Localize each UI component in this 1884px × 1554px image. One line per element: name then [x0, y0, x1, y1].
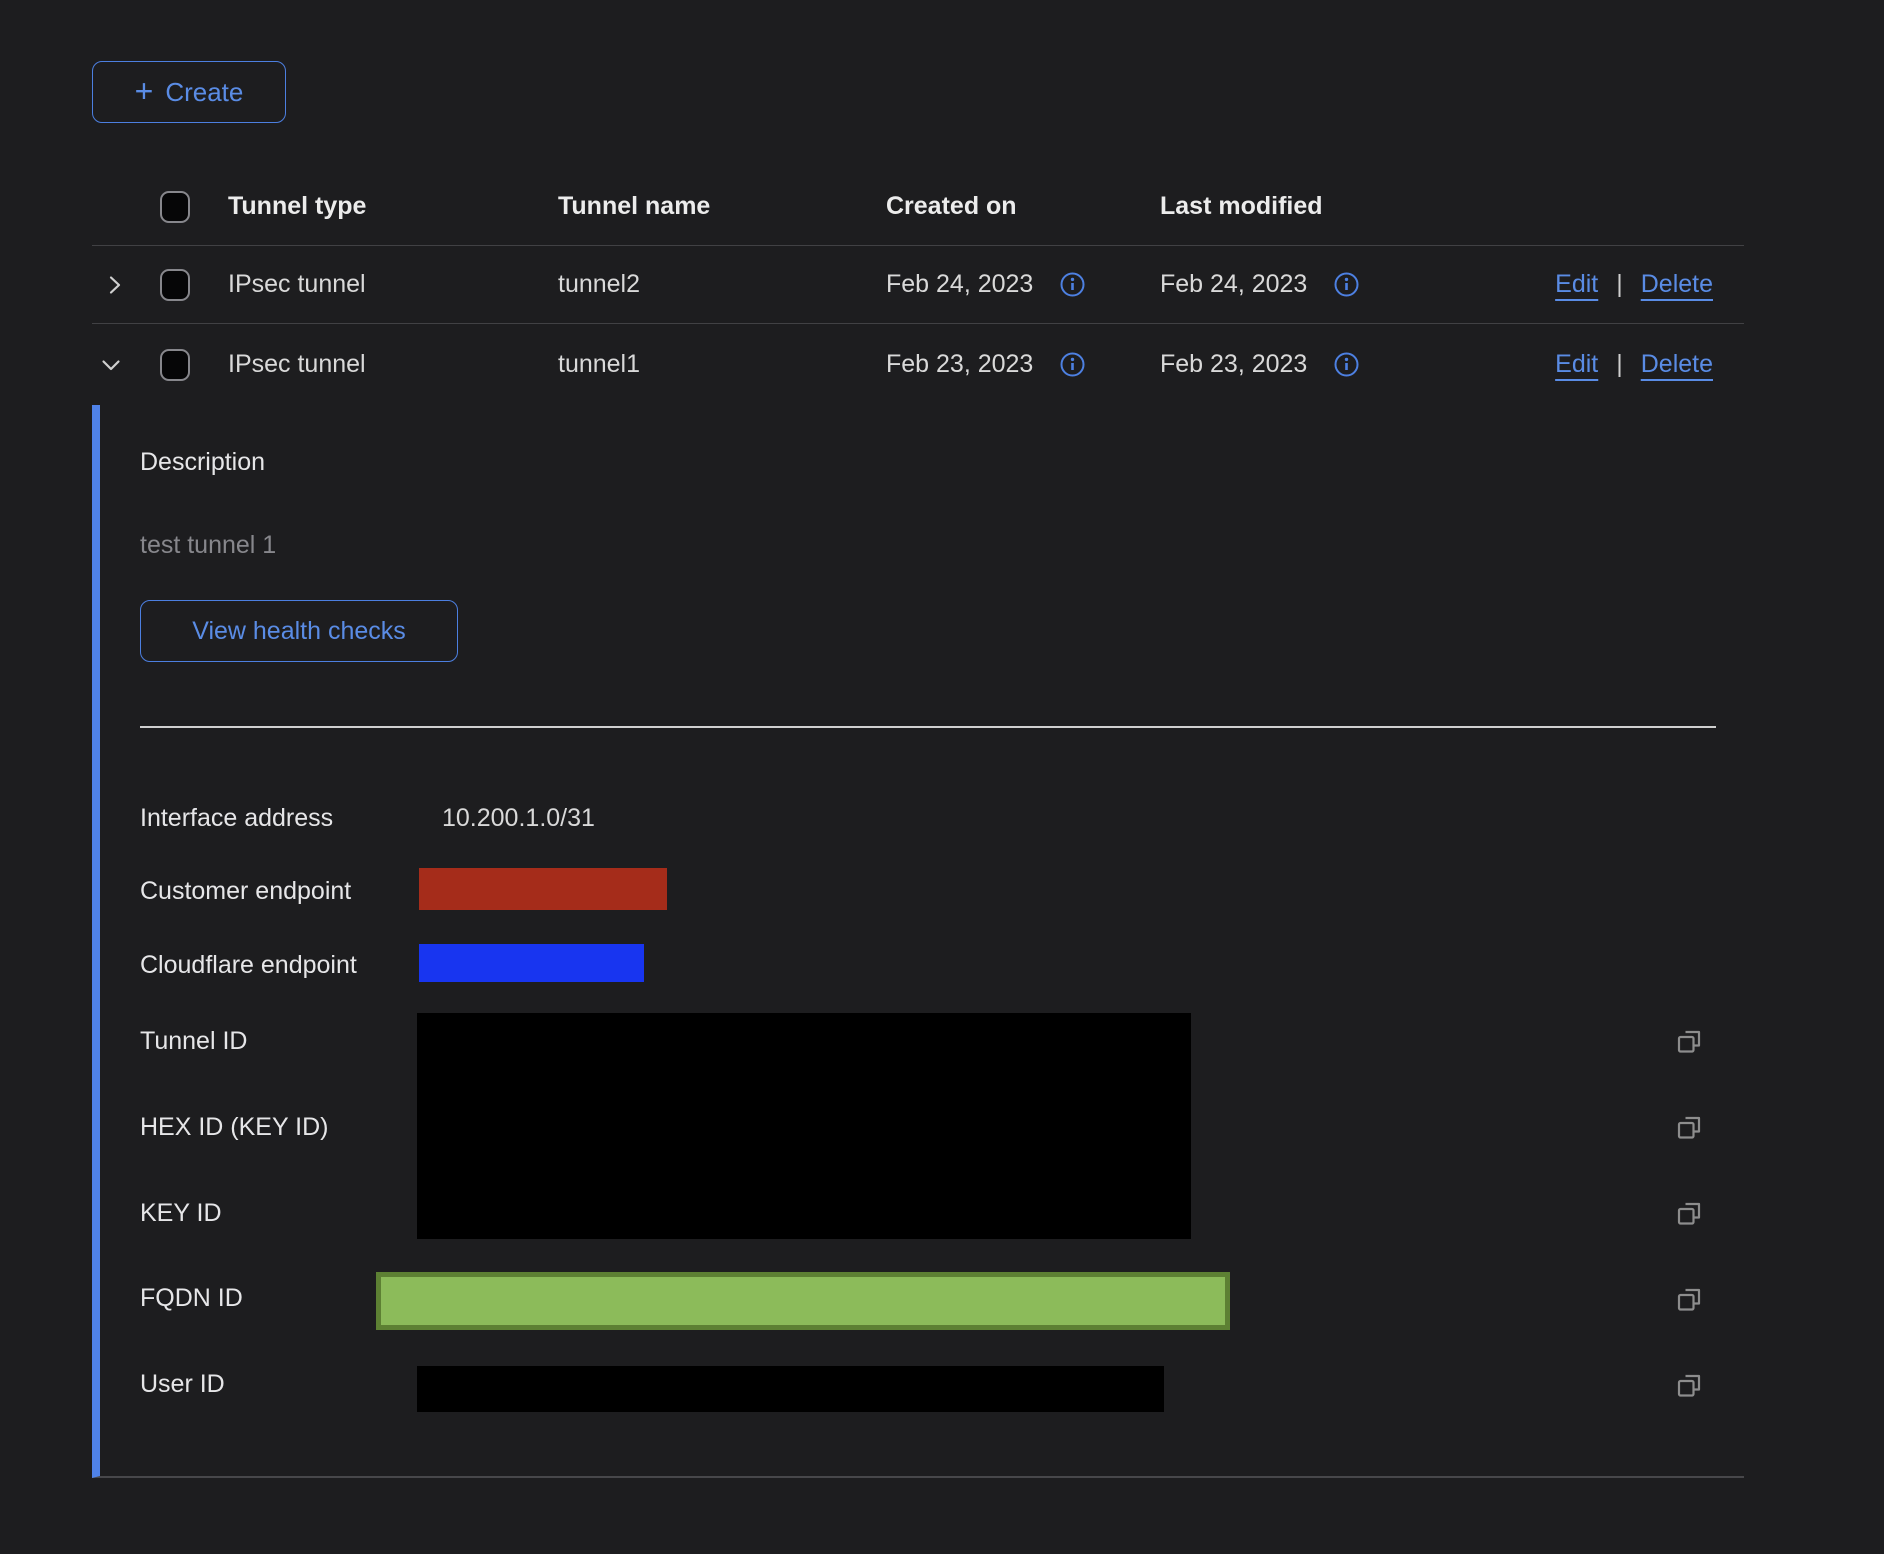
tunnel-name-cell: tunnel1 [558, 324, 640, 405]
copy-key-id-button[interactable] [1674, 1198, 1704, 1228]
description-label: Description [140, 447, 265, 477]
header-last-modified: Last modified [1160, 168, 1323, 245]
edit-link[interactable]: Edit [1555, 270, 1598, 299]
ids-redacted-value [417, 1013, 1191, 1239]
copy-icon [1674, 1026, 1704, 1056]
copy-icon [1674, 1198, 1704, 1228]
header-tunnel-name: Tunnel name [558, 168, 710, 245]
expand-row-button[interactable] [102, 272, 128, 298]
hex-id-label: HEX ID (KEY ID) [140, 1112, 328, 1142]
last-modified-cell: Feb 23, 2023 [1160, 350, 1307, 379]
chevron-right-icon [102, 272, 128, 298]
table-header-row: Tunnel type Tunnel name Created on Last … [92, 168, 1744, 246]
interface-address-value: 10.200.1.0/31 [442, 803, 595, 833]
tunnel-detail-panel: Description test tunnel 1 View health ch… [92, 405, 1744, 1478]
row-checkbox[interactable] [160, 269, 190, 301]
user-id-redacted-value [417, 1366, 1164, 1412]
delete-link[interactable]: Delete [1641, 350, 1713, 379]
key-id-label: KEY ID [140, 1198, 222, 1228]
info-circle-icon[interactable] [1059, 271, 1086, 298]
collapse-row-button[interactable] [98, 352, 124, 378]
last-modified-cell: Feb 24, 2023 [1160, 270, 1307, 299]
interface-address-label: Interface address [140, 803, 333, 833]
plus-icon: + [135, 75, 154, 107]
cloudflare-endpoint-redacted-value [419, 944, 644, 982]
header-created-on: Created on [886, 168, 1017, 245]
header-tunnel-type: Tunnel type [228, 168, 366, 245]
customer-endpoint-redacted-value [419, 868, 667, 910]
tunnel-name-cell: tunnel2 [558, 246, 640, 323]
table-row: IPsec tunnel tunnel1 Feb 23, 2023 Feb 23… [92, 324, 1744, 405]
section-divider [140, 726, 1716, 728]
customer-endpoint-label: Customer endpoint [140, 876, 351, 906]
view-health-checks-button[interactable]: View health checks [140, 600, 458, 662]
created-on-cell: Feb 23, 2023 [886, 350, 1033, 379]
action-separator: | [1616, 270, 1623, 299]
fqdn-id-redacted-value [376, 1272, 1230, 1330]
fqdn-id-label: FQDN ID [140, 1283, 243, 1313]
action-separator: | [1616, 350, 1623, 379]
row-checkbox[interactable] [160, 349, 190, 381]
tunnel-id-label: Tunnel ID [140, 1026, 247, 1056]
copy-tunnel-id-button[interactable] [1674, 1026, 1704, 1056]
create-button[interactable]: + Create [92, 61, 286, 123]
description-value: test tunnel 1 [140, 530, 276, 560]
table-row: IPsec tunnel tunnel2 Feb 24, 2023 Feb 24… [92, 246, 1744, 324]
select-all-checkbox[interactable] [160, 191, 190, 223]
info-circle-icon[interactable] [1333, 271, 1360, 298]
copy-icon [1674, 1370, 1704, 1400]
copy-user-id-button[interactable] [1674, 1370, 1704, 1400]
copy-icon [1674, 1112, 1704, 1142]
copy-fqdn-id-button[interactable] [1674, 1284, 1704, 1314]
tunnels-table: Tunnel type Tunnel name Created on Last … [92, 168, 1744, 405]
tunnel-type-cell: IPsec tunnel [228, 324, 366, 405]
edit-link[interactable]: Edit [1555, 350, 1598, 379]
create-button-label: Create [165, 77, 243, 108]
cloudflare-endpoint-label: Cloudflare endpoint [140, 950, 357, 980]
info-circle-icon[interactable] [1333, 351, 1360, 378]
info-circle-icon[interactable] [1059, 351, 1086, 378]
copy-icon [1674, 1284, 1704, 1314]
delete-link[interactable]: Delete [1641, 270, 1713, 299]
created-on-cell: Feb 24, 2023 [886, 270, 1033, 299]
tunnels-page: + Create Tunnel type Tunnel name Created… [0, 0, 1884, 1554]
chevron-down-icon [98, 352, 124, 378]
user-id-label: User ID [140, 1369, 225, 1399]
tunnel-type-cell: IPsec tunnel [228, 246, 366, 323]
copy-hex-id-button[interactable] [1674, 1112, 1704, 1142]
